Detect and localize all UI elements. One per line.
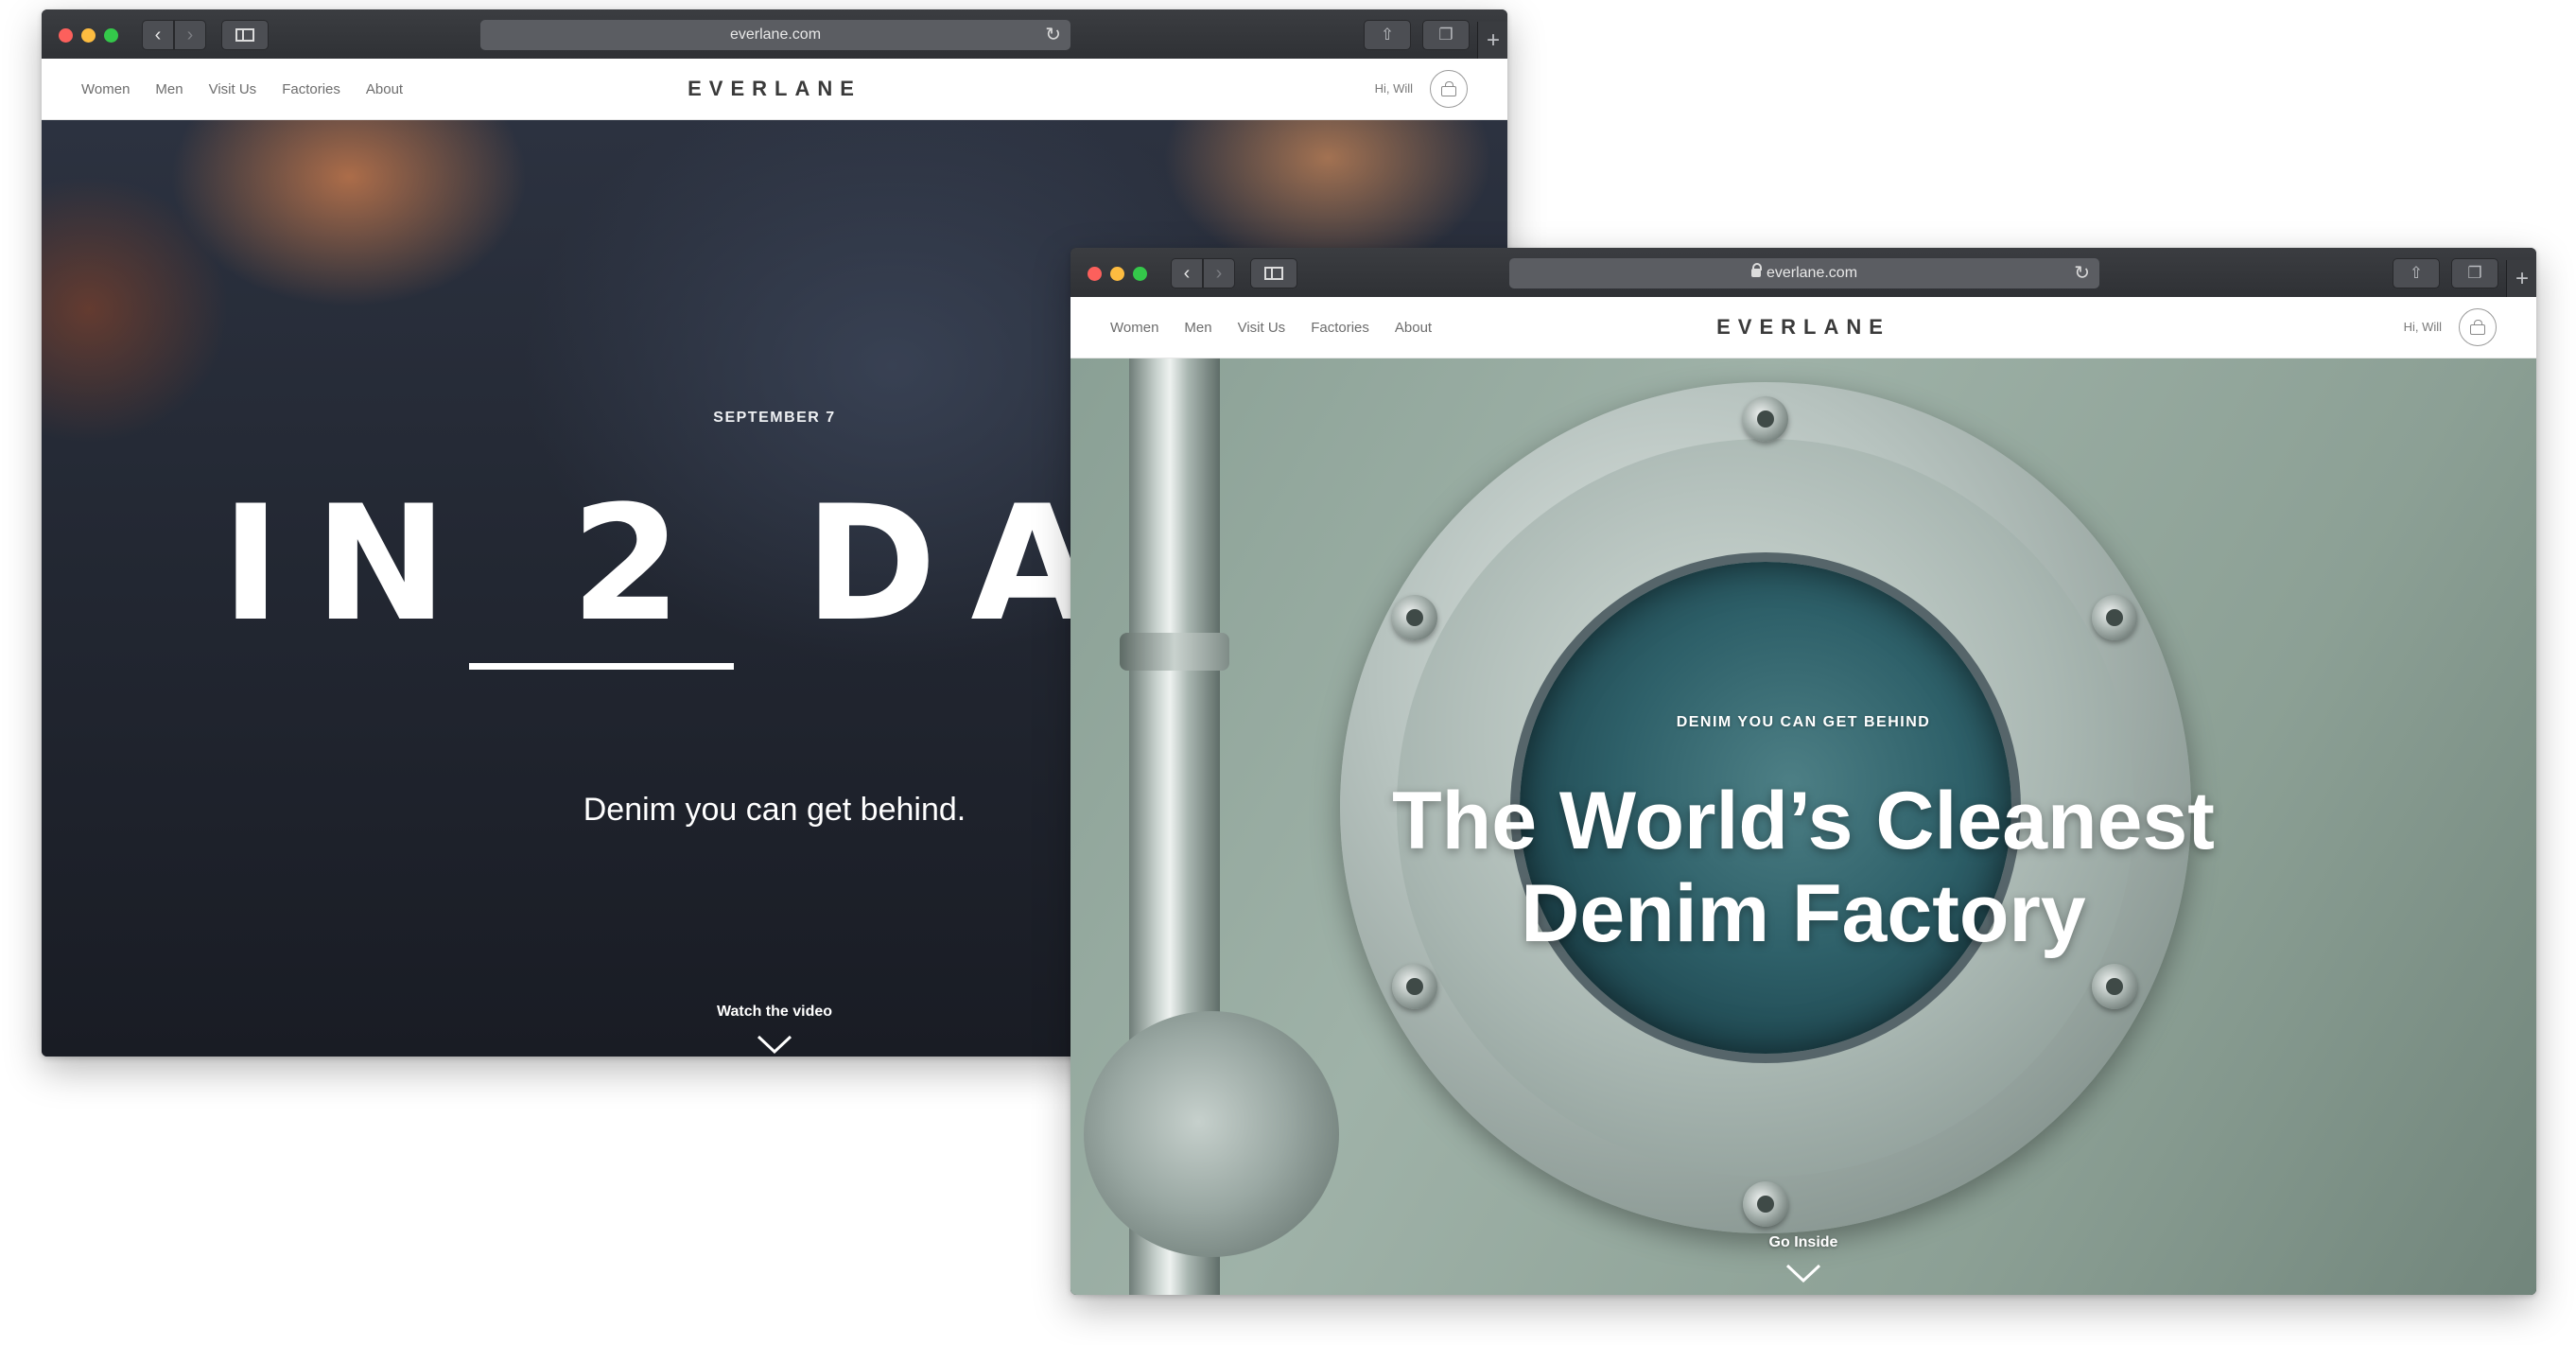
back-icon[interactable]: ‹ [142,20,174,50]
countdown-underline [469,663,734,670]
close-window-button[interactable] [1088,267,1102,281]
tabs-icon[interactable]: ❐ [1422,20,1470,50]
pipe-clamp-graphic [1120,633,1229,671]
tabs-icon[interactable]: ❐ [2451,258,2498,288]
minimize-window-button[interactable] [1110,267,1124,281]
new-tab-icon[interactable]: + [2506,260,2536,297]
browser-toolbar: ‹ › everlane.com ↻ ⇧ ❐ + [1070,248,2536,298]
reload-icon[interactable]: ↻ [2074,258,2090,288]
factory-hero: DENIM YOU CAN GET BEHIND The World’s Cle… [1070,358,2536,1295]
address-bar[interactable]: everlane.com ↻ [1509,258,2099,288]
zoom-window-button[interactable] [1133,267,1147,281]
lock-icon [1750,263,1762,277]
chevron-down-icon[interactable] [756,1034,793,1055]
address-bar[interactable]: everlane.com ↻ [480,20,1070,50]
pipe-flange-graphic [1084,1011,1339,1257]
user-greeting[interactable]: Hi, Will [2404,297,2442,358]
bag-icon[interactable] [2459,308,2497,346]
bolt [1743,1181,1788,1227]
sidebar-icon[interactable] [1250,258,1297,288]
browser-window-factory: ‹ › everlane.com ↻ ⇧ ❐ + Women Men Visit… [1070,248,2536,1295]
url-text: everlane.com [729,26,822,43]
site-logo[interactable]: EVERLANE [1070,297,2536,358]
bolt [2092,595,2137,640]
bag-icon[interactable] [1430,70,1468,108]
chevron-down-icon[interactable] [1784,1263,1822,1284]
close-window-button[interactable] [59,28,73,43]
share-icon[interactable]: ⇧ [1364,20,1411,50]
headline-line-2: Denim Factory [1521,868,2086,959]
go-inside-link[interactable]: Go Inside [1070,1234,2536,1251]
headline-line-1: The World’s Cleanest [1392,776,2215,866]
forward-icon[interactable]: › [1203,258,1235,288]
site-header: Women Men Visit Us Factories About EVERL… [1070,297,2536,358]
browser-toolbar: ‹ › everlane.com ↻ ⇧ ❐ + [42,9,1507,60]
history-nav: ‹ › [142,20,208,50]
minimize-window-button[interactable] [81,28,96,43]
user-greeting[interactable]: Hi, Will [1375,59,1413,119]
hero-eyebrow: DENIM YOU CAN GET BEHIND [1676,714,1931,730]
bolt [1392,595,1437,640]
back-icon[interactable]: ‹ [1171,258,1203,288]
history-nav: ‹ › [1171,258,1237,288]
new-tab-icon[interactable]: + [1477,22,1507,59]
site-header: Women Men Visit Us Factories About EVERL… [42,59,1507,120]
bolt [1392,964,1437,1009]
forward-icon[interactable]: › [174,20,206,50]
hero-headline: The World’s Cleanest Denim Factory [1070,775,2536,960]
sidebar-icon[interactable] [221,20,269,50]
share-icon[interactable]: ⇧ [2393,258,2440,288]
zoom-window-button[interactable] [104,28,118,43]
url-text: everlane.com [1766,265,1858,281]
reload-icon[interactable]: ↻ [1045,20,1061,50]
bolt [2092,964,2137,1009]
bolt [1743,396,1788,442]
site-logo[interactable]: EVERLANE [42,59,1507,119]
